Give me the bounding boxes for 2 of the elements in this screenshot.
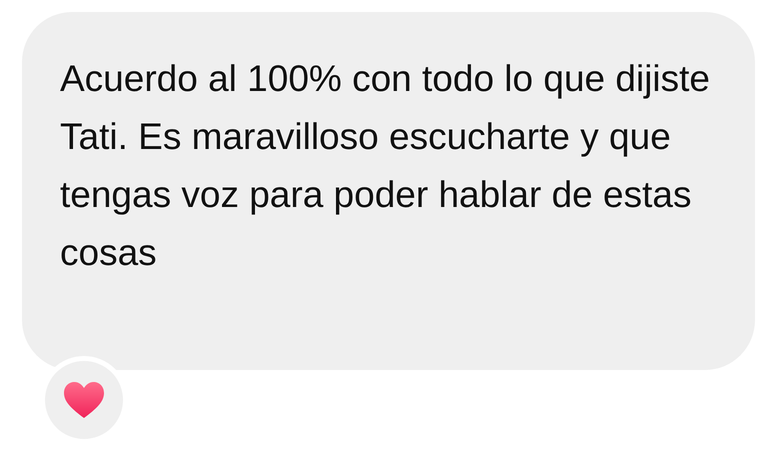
heart-icon <box>62 380 106 420</box>
message-text: Acuerdo al 100% con todo lo que dijiste Tati. Es maravilloso escucharte y que tengas voz para poder hablar de estas cosas <box>60 57 710 275</box>
